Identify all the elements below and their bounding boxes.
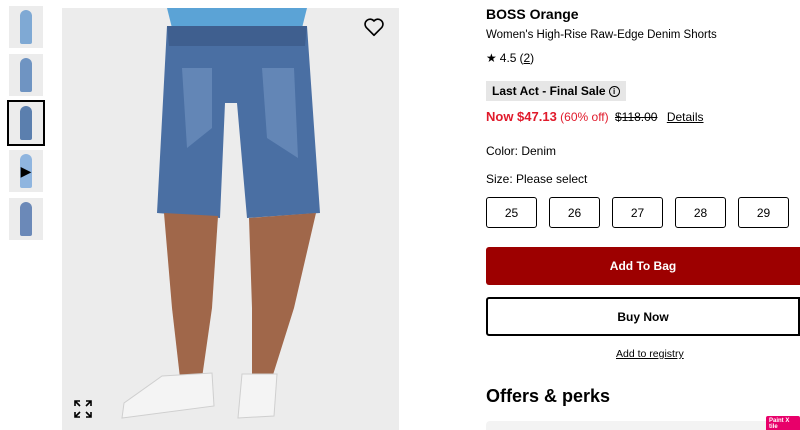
heart-outline-icon[interactable] — [363, 16, 385, 38]
final-sale-badge: Last Act - Final Sale i — [486, 81, 626, 101]
star-icon: ★ — [486, 51, 497, 65]
rating: ★ 4.5 (2) — [486, 51, 535, 65]
brand-link[interactable]: BOSS Orange — [486, 6, 579, 22]
product-main-image[interactable] — [62, 8, 399, 430]
add-to-registry-link[interactable]: Add to registry — [616, 348, 684, 360]
buy-now-button[interactable]: Buy Now — [486, 297, 800, 336]
add-to-bag-button[interactable]: Add To Bag — [486, 247, 800, 285]
extension-badge[interactable]: Paint X tile — [766, 416, 800, 430]
details-link[interactable]: Details — [667, 110, 704, 124]
offers-heading: Offers & perks — [486, 386, 611, 406]
thumbnail-3[interactable] — [7, 100, 45, 146]
model-in-denim-shorts-image — [121, 8, 320, 419]
discount-percent: (60% off) — [560, 110, 609, 124]
size-option-27[interactable]: 27 — [612, 197, 663, 228]
badge-label: Last Act - Final Sale — [492, 84, 606, 98]
size-option-25[interactable]: 25 — [486, 197, 537, 228]
size-option-29[interactable]: 29 — [738, 197, 789, 228]
size-label: Size: Please select — [486, 172, 588, 186]
thumbnail-5[interactable] — [9, 198, 43, 240]
size-option-26[interactable]: 26 — [549, 197, 600, 228]
product-name: Women's High-Rise Raw-Edge Denim Shorts — [486, 29, 717, 41]
price-row: Now $47.13 (60% off) $118.00 Details — [486, 109, 704, 124]
rating-value: 4.5 — [499, 51, 517, 65]
thumbnail-list: ▶ — [7, 6, 45, 246]
thumbnail-1[interactable] — [9, 6, 43, 48]
expand-icon[interactable] — [74, 400, 92, 418]
original-price: $118.00 — [614, 110, 658, 124]
offers-panel — [486, 421, 800, 430]
thumbnail-2[interactable] — [9, 54, 43, 96]
size-options: 25 26 27 28 29 — [486, 197, 789, 228]
review-count-link[interactable]: 2 — [523, 51, 530, 65]
size-option-28[interactable]: 28 — [675, 197, 726, 228]
info-icon[interactable]: i — [608, 85, 620, 97]
thumbnail-4-video[interactable]: ▶ — [9, 150, 43, 192]
sale-price: Now $47.13 — [486, 109, 557, 124]
color-label: Color: Denim — [486, 144, 557, 158]
play-icon: ▶ — [20, 162, 32, 179]
